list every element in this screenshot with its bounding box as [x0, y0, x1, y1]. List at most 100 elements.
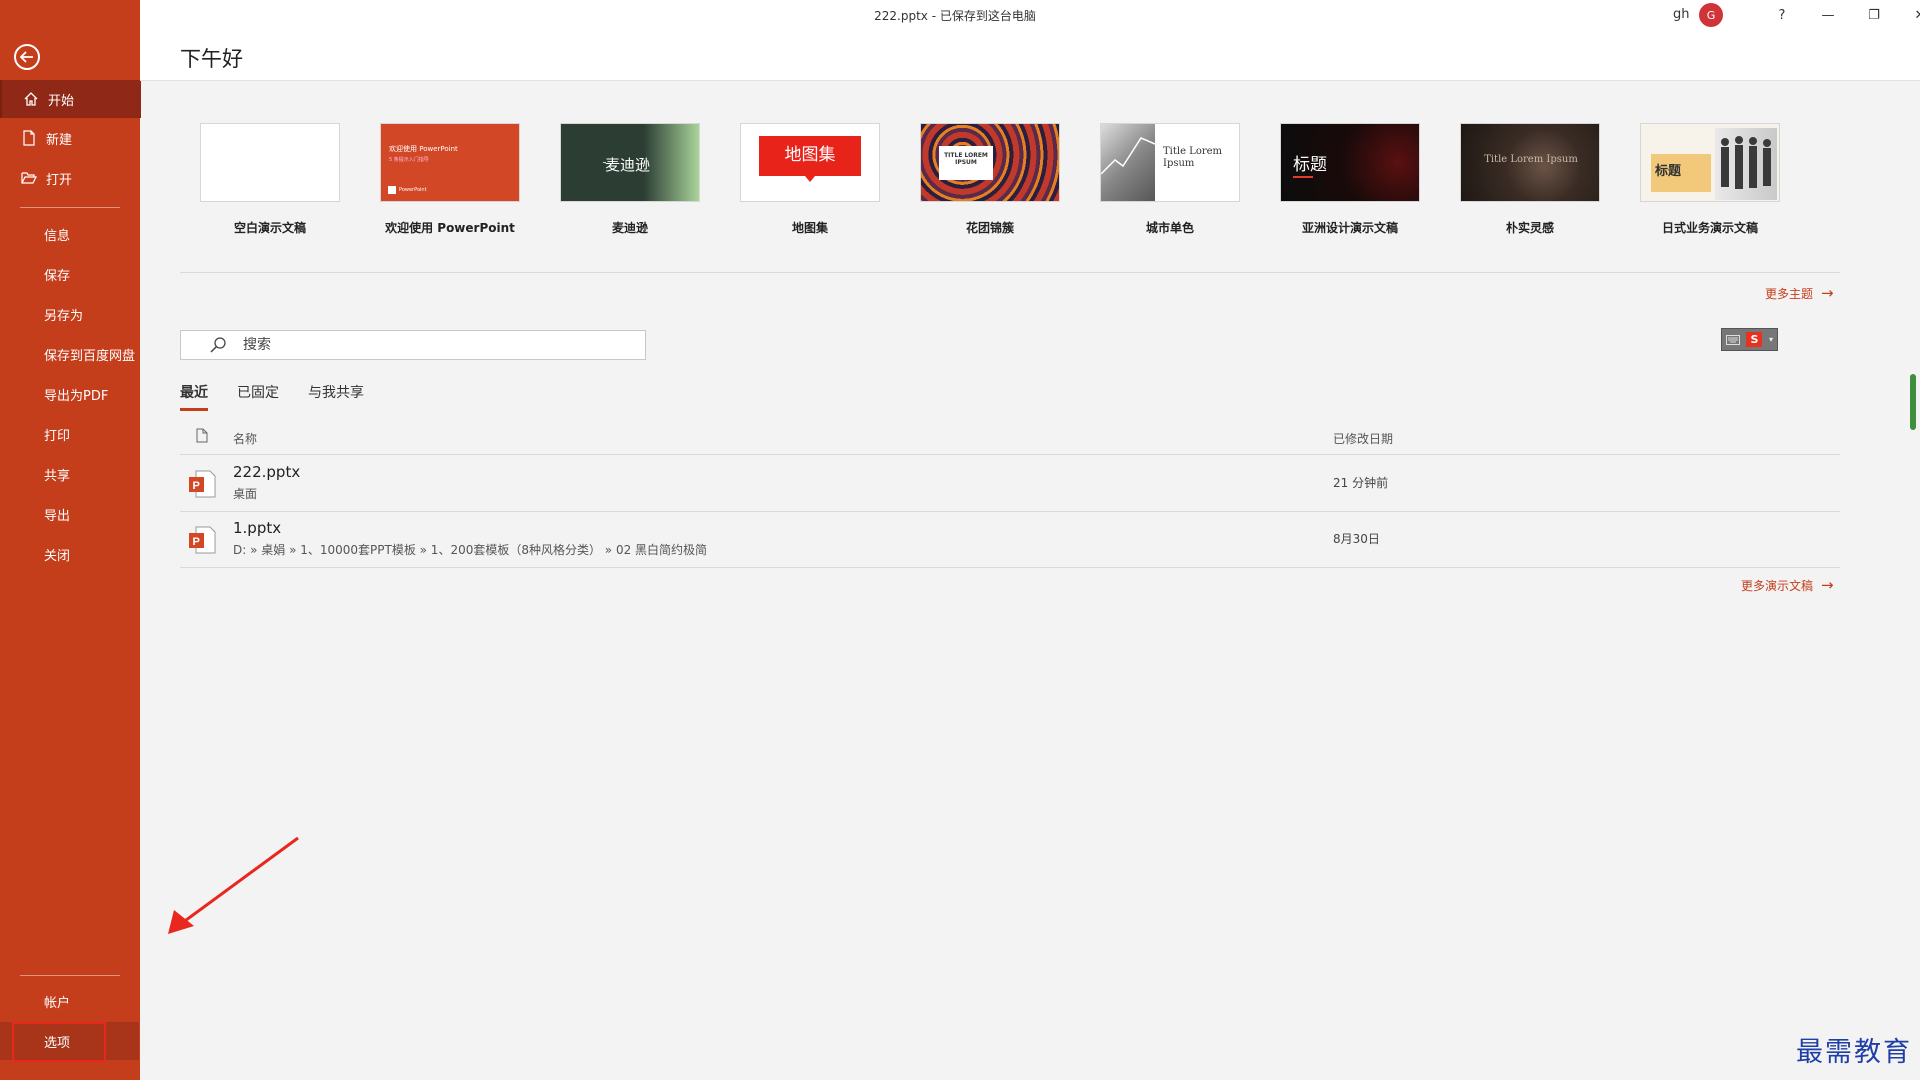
sidebar-item-print[interactable]: 打印 — [0, 415, 139, 453]
sidebar-item-label: 打印 — [44, 428, 71, 444]
thumb-title: 欢迎使用 PowerPoint — [389, 145, 458, 153]
sogou-ime-icon: S — [1746, 332, 1763, 347]
sidebar-item-new[interactable]: 新建 — [0, 119, 139, 157]
user-name[interactable]: gh — [1673, 7, 1690, 22]
file-path: D: » 桌娟 » 1、10000套PPT模板 » 1、200套模板（8种风格分… — [233, 543, 708, 557]
more-presentations-link[interactable]: 更多演示文稿 → — [1741, 576, 1834, 594]
template-label: 亚洲设计演示文稿 — [1301, 221, 1398, 235]
more-presentations-label: 更多演示文稿 — [1741, 579, 1814, 593]
table-row[interactable]: P 1.pptx D: » 桌娟 » 1、10000套PPT模板 » 1、200… — [180, 511, 1840, 568]
search-input[interactable] — [241, 336, 625, 354]
sidebar-divider — [20, 975, 120, 976]
search-box[interactable] — [180, 330, 646, 360]
back-icon[interactable] — [14, 44, 40, 70]
template-label: 城市单色 — [1145, 221, 1194, 235]
thumb-title: 地图集 — [784, 145, 836, 165]
minimize-button[interactable]: — — [1805, 0, 1851, 30]
sidebar-item-export-pdf[interactable]: 导出为PDF — [0, 375, 139, 413]
template-label: 朴实灵感 — [1505, 221, 1554, 235]
sidebar-item-open[interactable]: 打开 — [0, 159, 139, 197]
template-welcome-powerpoint[interactable]: 欢迎使用 PowerPoint 5 条提示入门指导 PowerPoint 欢迎使… — [380, 123, 520, 236]
column-header-modified[interactable]: 已修改日期 — [1333, 430, 1393, 447]
file-modified: 21 分钟前 — [1333, 476, 1389, 490]
scrollbar-thumb[interactable] — [1910, 374, 1916, 430]
annotation-arrow-icon — [168, 836, 299, 934]
title-bar: 222.pptx - 已保存到这台电脑 gh G ? — ❐ ✕ — [140, 0, 1920, 30]
template-label: 地图集 — [791, 221, 828, 235]
thumb-title: TITLE LOREM IPSUM — [944, 152, 988, 166]
thumb-pointer — [805, 176, 815, 182]
pptx-file-icon: P — [188, 525, 216, 555]
file-list-header: 名称 已修改日期 — [180, 424, 1840, 455]
sidebar-item-label: 保存 — [44, 268, 71, 284]
more-themes-label: 更多主题 — [1765, 287, 1814, 301]
template-thumbnail: Title Lorem Ipsum — [1100, 123, 1240, 202]
sidebar-item-close[interactable]: 关闭 — [0, 535, 139, 573]
file-type-icon — [196, 428, 208, 447]
file-modified: 8月30日 — [1333, 532, 1380, 546]
template-plain-inspiration[interactable]: Title Lorem Ipsum 朴实灵感 — [1460, 123, 1600, 236]
dropdown-icon: ▾ — [1768, 335, 1773, 344]
keyboard-icon — [1726, 330, 1740, 349]
sidebar-item-info[interactable]: 信息 — [0, 215, 139, 253]
template-label: 麦迪逊 — [611, 221, 648, 235]
thumb-photo — [1715, 128, 1777, 200]
sidebar-item-home[interactable]: 开始 — [0, 80, 141, 118]
template-thumbnail: 地图集 — [740, 123, 880, 202]
column-header-name[interactable]: 名称 — [233, 430, 257, 447]
template-thumbnail: 标题 — [1280, 123, 1420, 202]
template-blank[interactable]: 空白演示文稿 — [200, 123, 340, 236]
tab-pinned[interactable]: 已固定 — [237, 382, 279, 408]
section-divider — [180, 272, 1840, 273]
table-row[interactable]: P 222.pptx 桌面 21 分钟前 — [180, 455, 1840, 512]
thumb-title: Title Lorem Ipsum — [1484, 154, 1578, 165]
sidebar-item-label: 关闭 — [44, 548, 71, 564]
template-city-mono[interactable]: Title Lorem Ipsum 城市单色 — [1100, 123, 1240, 236]
template-label: 日式业务演示文稿 — [1661, 221, 1758, 235]
powerpoint-logo-icon — [388, 186, 396, 194]
template-japanese-business[interactable]: 标题 日式业务演示文稿 — [1640, 123, 1780, 236]
template-atlas[interactable]: 地图集 地图集 — [740, 123, 880, 236]
svg-text:P: P — [193, 536, 200, 548]
svg-text:P: P — [193, 480, 200, 492]
template-thumbnail: 欢迎使用 PowerPoint 5 条提示入门指导 PowerPoint — [380, 123, 520, 202]
restore-button[interactable]: ❐ — [1851, 0, 1897, 30]
document-title: 222.pptx - 已保存到这台电脑 — [874, 9, 1036, 23]
sidebar-item-label: 共享 — [44, 468, 71, 484]
search-icon — [209, 336, 227, 354]
file-name: 222.pptx — [233, 463, 301, 481]
sidebar-item-label: 开始 — [48, 93, 75, 109]
thumb-title: Title Lorem Ipsum — [1163, 146, 1223, 169]
sidebar-item-label: 新建 — [46, 132, 73, 148]
thumb-title: 标题 — [1655, 164, 1682, 179]
template-label: 花团锦簇 — [965, 221, 1014, 235]
template-label: 空白演示文稿 — [233, 221, 306, 235]
close-button[interactable]: ✕ — [1897, 0, 1920, 30]
template-thumbnail: TITLE LOREM IPSUM — [920, 123, 1060, 202]
ime-toolbar[interactable]: S ▾ — [1721, 328, 1778, 351]
sidebar-item-save-baidu[interactable]: 保存到百度网盘 — [0, 335, 139, 373]
new-doc-icon — [20, 129, 38, 147]
template-asian-design[interactable]: 标题 亚洲设计演示文稿 — [1280, 123, 1420, 236]
template-thumbnail: 标题 — [1640, 123, 1780, 202]
sidebar-item-save-as[interactable]: 另存为 — [0, 295, 139, 333]
sidebar-item-save[interactable]: 保存 — [0, 255, 139, 293]
help-button[interactable]: ? — [1759, 0, 1805, 30]
template-thumbnail: 麦迪逊 — [560, 123, 700, 202]
thumb-accent — [1293, 176, 1313, 178]
template-madison[interactable]: 麦迪逊 麦迪逊 — [560, 123, 700, 236]
sidebar-divider — [20, 207, 120, 208]
template-thumbnail — [200, 123, 340, 202]
sidebar-item-label: 帐户 — [44, 995, 71, 1011]
template-floral[interactable]: TITLE LOREM IPSUM 花团锦簇 — [920, 123, 1060, 236]
tab-recent[interactable]: 最近 — [180, 382, 208, 411]
home-icon — [22, 90, 40, 108]
tab-shared-with-me[interactable]: 与我共享 — [308, 382, 364, 408]
sidebar-item-export[interactable]: 导出 — [0, 495, 139, 533]
options-highlight-box — [12, 1022, 106, 1062]
sidebar-item-share[interactable]: 共享 — [0, 455, 139, 493]
template-thumbnail: Title Lorem Ipsum — [1460, 123, 1600, 202]
avatar[interactable]: G — [1699, 3, 1723, 27]
more-themes-link[interactable]: 更多主题 → — [1765, 284, 1834, 302]
sidebar-item-account[interactable]: 帐户 — [0, 982, 139, 1020]
